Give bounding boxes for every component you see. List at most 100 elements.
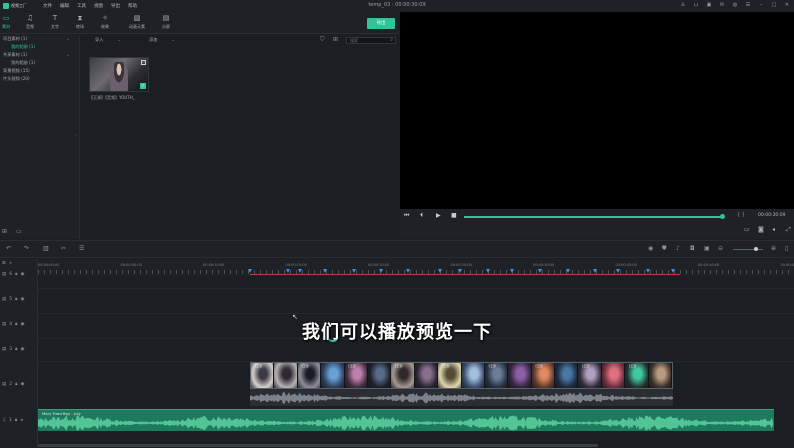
- chevron-down-icon[interactable]: ⌄: [67, 52, 70, 57]
- fullscreen-icon[interactable]: ⤢: [786, 226, 791, 234]
- beat-marker[interactable]: [510, 269, 514, 273]
- video-clip-audio[interactable]: [250, 389, 673, 406]
- lock-icon[interactable]: 🔒︎: [15, 346, 17, 352]
- tree-item-shared-media[interactable]: 共享素材 (1): [3, 52, 27, 58]
- chevron-down-icon[interactable]: ⌄: [67, 36, 70, 41]
- zoom-out-icon[interactable]: ⊖: [718, 245, 723, 252]
- delete-icon[interactable]: ▥: [43, 245, 49, 252]
- beat-marker[interactable]: [352, 269, 356, 273]
- tab-elements[interactable]: ▧ 动画元素: [124, 14, 150, 30]
- mail-icon[interactable]: ✉: [719, 2, 725, 8]
- eye-icon[interactable]: ◉: [21, 297, 25, 302]
- timeline-ruler[interactable]: 00:00:00:00 00:00:05:00 00:00:10:00 00:00:1…: [38, 259, 794, 276]
- search-input[interactable]: 搜索 ⌕: [346, 37, 396, 44]
- beat-marker[interactable]: [566, 269, 570, 273]
- adjust-icon[interactable]: ☰: [79, 245, 84, 252]
- gift-icon[interactable]: ▣: [706, 2, 712, 8]
- shield-icon[interactable]: ⛊: [662, 245, 667, 253]
- tab-effects[interactable]: ✧ 效果: [94, 14, 116, 30]
- beat-marker[interactable]: [538, 269, 542, 273]
- timeline-scrollbar[interactable]: [38, 444, 598, 447]
- tab-transition[interactable]: ⧗ 转场: [69, 14, 91, 30]
- search-icon[interactable]: ⌕: [390, 37, 393, 43]
- lock-icon[interactable]: 🔒︎: [15, 381, 17, 387]
- menu-icon[interactable]: ☰: [745, 2, 751, 8]
- export-button[interactable]: 导出: [367, 18, 395, 29]
- menu-edit[interactable]: 编辑: [60, 3, 69, 9]
- eye-icon[interactable]: ◉: [21, 347, 25, 352]
- beat-marker[interactable]: [593, 269, 597, 273]
- volume-icon[interactable]: ◂: [20, 418, 22, 423]
- user-icon[interactable]: ♙: [680, 2, 686, 8]
- import-dropdown[interactable]: 导入 ⌄: [95, 37, 121, 43]
- new-folder-icon[interactable]: ⊞: [2, 228, 7, 235]
- tree-item-project-media[interactable]: 项目素材 (1): [3, 36, 27, 42]
- menu-tools[interactable]: 工具: [77, 3, 86, 9]
- voiceover-icon[interactable]: ◘: [690, 245, 695, 252]
- beat-marker[interactable]: [671, 269, 675, 273]
- timeline-tracks[interactable]: 【王源 【王源 【王源 【王源 【王源 【王源 【王源 【王源 【王源 Mary Fired B…: [38, 276, 794, 448]
- undo-icon[interactable]: ↶: [6, 245, 11, 252]
- zoom-slider[interactable]: [733, 249, 763, 250]
- minimize-icon[interactable]: –: [758, 2, 764, 8]
- audio-clip[interactable]: Mary Fired Boy - July: [38, 409, 774, 431]
- beat-marker[interactable]: [616, 269, 620, 273]
- play-icon[interactable]: ▶: [436, 212, 441, 219]
- stop-icon[interactable]: ■: [451, 212, 457, 219]
- beat-marker[interactable]: [298, 269, 302, 273]
- tree-item-bg-videos[interactable]: 背景视频 (15): [3, 68, 30, 74]
- microphone-icon[interactable]: ♪: [676, 245, 680, 252]
- redo-icon[interactable]: ↷: [24, 245, 29, 252]
- tab-media[interactable]: ▭ 素材: [0, 14, 17, 30]
- maximize-icon[interactable]: □: [771, 2, 777, 8]
- menu-export[interactable]: 导出: [111, 3, 120, 9]
- zoom-in-icon[interactable]: ⊕: [771, 245, 776, 252]
- zoom-slider-knob[interactable]: [754, 247, 758, 251]
- fit-icon[interactable]: ▯: [785, 245, 788, 252]
- eye-icon[interactable]: ◉: [21, 272, 25, 277]
- folder-icon[interactable]: ▭: [16, 228, 22, 235]
- tree-item-intro-videos[interactable]: 片头视频 (20): [3, 76, 30, 82]
- video-clip[interactable]: 【王源 【王源 【王源 【王源 【王源 【王源 【王源 【王源 【王源: [250, 362, 673, 389]
- beat-marker[interactable]: [438, 269, 442, 273]
- beat-marker[interactable]: [458, 269, 462, 273]
- media-thumbnail[interactable]: ▫ ✓: [89, 57, 149, 92]
- eye-icon[interactable]: ◉: [21, 382, 25, 387]
- beat-marker[interactable]: [646, 269, 650, 273]
- add-track-icon[interactable]: ⊞: [2, 261, 6, 266]
- close-icon[interactable]: ✕: [784, 2, 790, 8]
- link-icon[interactable]: ∞: [9, 261, 13, 266]
- grid-view-icon[interactable]: ⊞: [333, 36, 338, 43]
- menu-view[interactable]: 视图: [94, 3, 103, 9]
- beat-marker[interactable]: [323, 269, 327, 273]
- cut-icon[interactable]: ✂: [61, 245, 66, 252]
- cart-icon[interactable]: ⊔: [693, 2, 699, 8]
- lock-icon[interactable]: 🔒︎: [15, 296, 17, 302]
- menu-help[interactable]: 帮助: [128, 3, 137, 9]
- filter-icon[interactable]: ⛉: [320, 36, 325, 44]
- snapshot-icon[interactable]: ▣: [704, 245, 710, 252]
- tree-item-my-album-2[interactable]: 我的相册 (1): [11, 60, 35, 66]
- playback-progress[interactable]: [464, 214, 726, 219]
- beat-marker[interactable]: [379, 269, 383, 273]
- mark-in-out[interactable]: { }: [737, 212, 745, 218]
- prev-frame-icon[interactable]: ⏮: [404, 212, 409, 220]
- volume-icon[interactable]: ◂: [772, 226, 775, 233]
- notification-icon[interactable]: ◍: [732, 2, 738, 8]
- preview-viewer[interactable]: [400, 12, 794, 209]
- collapse-panel-icon[interactable]: ‹: [75, 133, 77, 138]
- tab-text[interactable]: T 文字: [44, 14, 66, 30]
- beat-marker[interactable]: [406, 269, 410, 273]
- tab-split-screen[interactable]: ▤ 分屏: [155, 14, 177, 30]
- menu-file[interactable]: 文件: [43, 3, 52, 9]
- progress-knob[interactable]: [720, 214, 726, 219]
- lock-icon[interactable]: 🔒︎: [15, 417, 17, 423]
- display-icon[interactable]: ▭: [744, 226, 750, 233]
- render-icon[interactable]: ◉: [648, 245, 653, 252]
- add-dropdown[interactable]: 添加 ⌄: [149, 37, 175, 43]
- step-back-icon[interactable]: ⏴: [420, 212, 423, 220]
- lock-icon[interactable]: 🔒︎: [15, 271, 17, 277]
- tree-item-my-album[interactable]: 我的相册 (1): [11, 44, 35, 50]
- tab-audio[interactable]: ♫ 音频: [19, 14, 41, 30]
- beat-marker[interactable]: [486, 269, 490, 273]
